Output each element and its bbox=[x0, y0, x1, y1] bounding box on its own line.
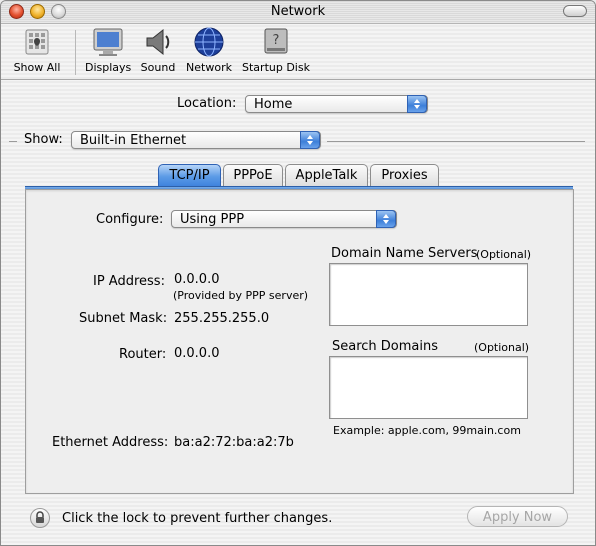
lock-icon bbox=[36, 511, 44, 523]
toolbar-label: Sound bbox=[140, 61, 176, 74]
show-value: Built-in Ethernet bbox=[80, 133, 187, 148]
ip-address-label: IP Address: bbox=[93, 274, 165, 289]
location-label: Location: bbox=[177, 96, 237, 111]
subnet-mask-value: 255.255.255.0 bbox=[174, 311, 270, 326]
show-all-icon bbox=[20, 26, 54, 58]
ethernet-address-value: ba:a2:72:ba:a2:7b bbox=[174, 435, 294, 450]
ip-address-note: (Provided by PPP server) bbox=[173, 289, 309, 302]
startup-disk-icon: ? bbox=[259, 26, 293, 58]
toolbar-label: Show All bbox=[13, 61, 61, 74]
toolbar-label: Displays bbox=[85, 61, 132, 74]
displays-icon bbox=[91, 26, 125, 58]
tab-appletalk[interactable]: AppleTalk bbox=[285, 164, 368, 186]
search-domains-field[interactable] bbox=[329, 356, 528, 419]
popup-arrows-icon bbox=[407, 95, 427, 113]
toolbar: Show All Displays Sound Network ? Startu… bbox=[1, 24, 595, 80]
lock-button[interactable] bbox=[30, 508, 50, 528]
network-globe-icon bbox=[192, 26, 226, 58]
location-value: Home bbox=[254, 97, 293, 112]
network-preferences-window: Network Show All Displays Sound Network … bbox=[0, 0, 596, 546]
search-domains-optional: (Optional) bbox=[474, 341, 530, 354]
toolbar-network[interactable]: Network bbox=[185, 26, 233, 74]
separator-line bbox=[327, 141, 585, 142]
ip-address-value: 0.0.0.0 bbox=[174, 272, 220, 287]
toolbar-label: Startup Disk bbox=[242, 61, 310, 74]
toolbar-divider bbox=[75, 30, 76, 75]
popup-arrows-icon bbox=[376, 210, 396, 228]
ethernet-address-label: Ethernet Address: bbox=[52, 435, 169, 450]
search-domains-example: Example: apple.com, 99main.com bbox=[333, 424, 521, 437]
tab-proxies[interactable]: Proxies bbox=[370, 164, 439, 186]
dns-servers-field[interactable] bbox=[329, 263, 528, 326]
location-popup[interactable]: Home bbox=[245, 95, 428, 113]
lock-message: Click the lock to prevent further change… bbox=[62, 511, 333, 526]
toolbar-show-all[interactable]: Show All bbox=[9, 26, 65, 74]
toolbar-label: Network bbox=[186, 61, 232, 74]
configure-value: Using PPP bbox=[180, 212, 245, 227]
popup-arrows-icon bbox=[300, 131, 320, 149]
show-label: Show: bbox=[24, 132, 63, 147]
configure-label: Configure: bbox=[96, 212, 164, 227]
window-title: Network bbox=[270, 4, 326, 19]
sound-icon bbox=[141, 26, 175, 58]
subnet-mask-label: Subnet Mask: bbox=[79, 311, 168, 326]
toolbar-displays[interactable]: Displays bbox=[85, 26, 131, 74]
search-domains-label: Search Domains bbox=[332, 339, 439, 354]
tab-pppoe[interactable]: PPPoE bbox=[223, 164, 283, 186]
title-bar: Network bbox=[1, 1, 595, 24]
separator-line bbox=[9, 141, 17, 142]
configure-popup[interactable]: Using PPP bbox=[171, 210, 397, 228]
tcpip-panel: Configure: Using PPP IP Address: 0.0.0.0… bbox=[25, 189, 574, 494]
router-label: Router: bbox=[119, 347, 167, 362]
toolbar-startup-disk[interactable]: ? Startup Disk bbox=[241, 26, 311, 74]
dns-label: Domain Name Servers bbox=[331, 246, 478, 261]
tab-tcp-ip[interactable]: TCP/IP bbox=[158, 164, 221, 186]
show-popup[interactable]: Built-in Ethernet bbox=[71, 131, 321, 149]
svg-text:?: ? bbox=[273, 33, 280, 48]
toolbar-toggle-button[interactable] bbox=[563, 5, 587, 17]
apply-now-button[interactable]: Apply Now bbox=[467, 506, 568, 527]
toolbar-sound[interactable]: Sound bbox=[139, 26, 177, 74]
dns-optional: (Optional) bbox=[476, 248, 532, 261]
router-value: 0.0.0.0 bbox=[174, 346, 220, 361]
